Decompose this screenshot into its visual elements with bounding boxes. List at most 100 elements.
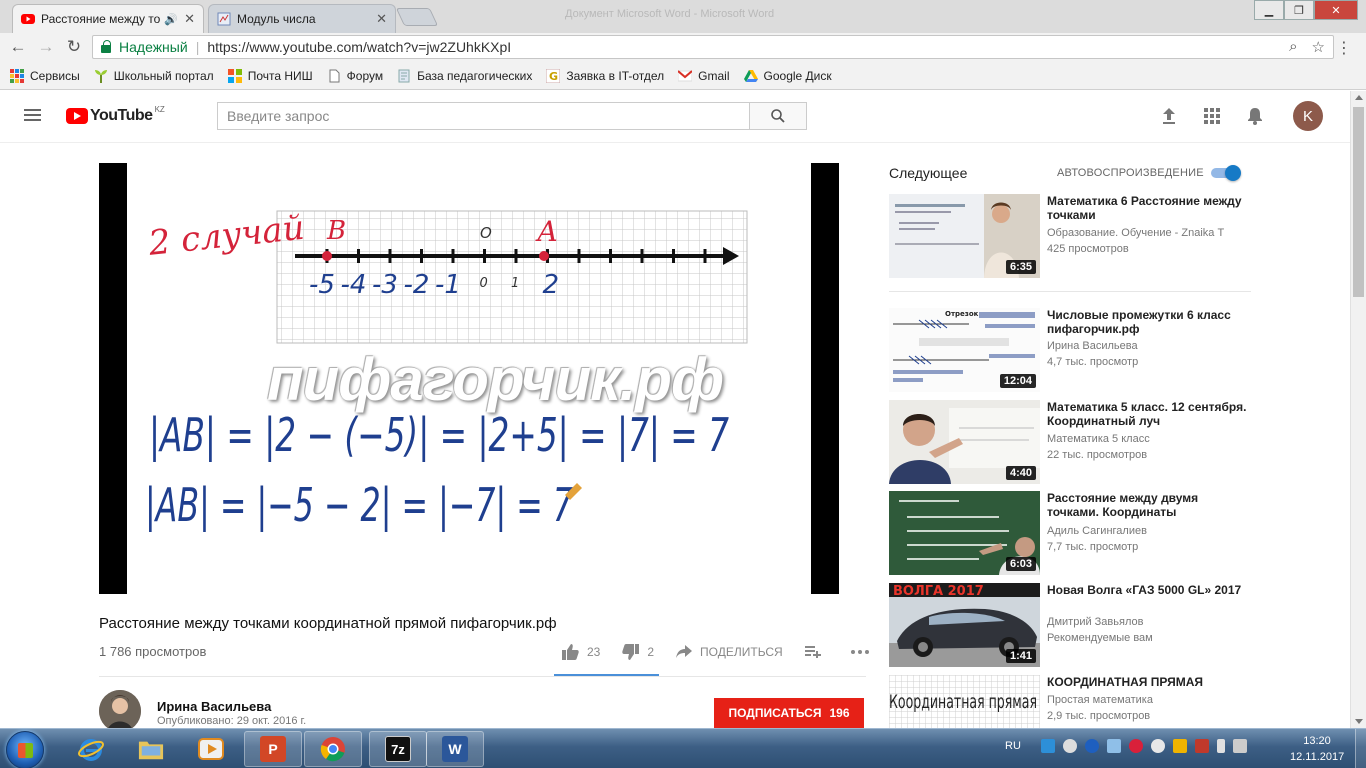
apps-grid-icon	[10, 68, 24, 83]
upload-icon[interactable]	[1158, 105, 1180, 127]
bookmark-forum[interactable]: Форум	[327, 69, 383, 83]
url-separator: |	[195, 39, 200, 55]
taskbar-chrome[interactable]	[304, 731, 362, 767]
recommendation-title[interactable]: Математика 6 Расстояние между точками	[1047, 194, 1247, 222]
account-avatar[interactable]: K	[1293, 101, 1323, 131]
page-scrollbar[interactable]	[1350, 91, 1366, 728]
start-button[interactable]	[6, 731, 44, 768]
channel-name[interactable]: Ирина Васильева	[157, 699, 271, 714]
search-input[interactable]	[217, 102, 750, 130]
show-desktop-button[interactable]	[1355, 729, 1366, 768]
antivirus-icon[interactable]	[1128, 739, 1143, 753]
settings-tray-icon[interactable]	[1150, 739, 1165, 753]
forward-arrow-icon[interactable]: →	[36, 37, 56, 57]
like-button[interactable]: 23	[562, 644, 600, 660]
bookmark-ped-base[interactable]: База педагогических	[397, 69, 532, 83]
restore-button[interactable]: ❐	[1284, 0, 1314, 20]
autoplay-toggle[interactable]	[1211, 165, 1243, 181]
video-frame[interactable]: 2 случай В А О -5 -4 -3 -2 -1 0 1 2 |AB| = |2 −…	[127, 163, 811, 594]
share-button[interactable]: ПОДЕЛИТЬСЯ	[676, 645, 783, 659]
scroll-thumb[interactable]	[1353, 107, 1364, 297]
recommendation-item[interactable]: ВОЛГА 2017 1:41 Новая Волга «ГАЗ 5000 GL…	[889, 583, 1251, 667]
sync-icon[interactable]	[1106, 739, 1121, 753]
taskbar-7zip[interactable]: 7z	[369, 731, 427, 767]
secure-indicator[interactable]: Надежный	[101, 39, 188, 55]
recommendation-item[interactable]: 6:35 Математика 6 Расстояние между точка…	[889, 194, 1251, 278]
bookmark-mail-nis[interactable]: Почта НИШ	[227, 68, 313, 83]
tab-inactive[interactable]: Модуль числа ✕	[208, 4, 396, 33]
recommendation-item[interactable]: Отрезок 12:04 Числовые промежутки 6 клас…	[889, 308, 1251, 392]
signal-icon[interactable]	[1232, 739, 1247, 753]
recommendation-item[interactable]: 4:40 Математика 5 класс. 12 сентября. Ко…	[889, 400, 1251, 484]
recommendation-title[interactable]: КООРДИНАТНАЯ ПРЯМАЯ	[1047, 675, 1247, 689]
video-player[interactable]: 2 случай В А О -5 -4 -3 -2 -1 0 1 2 |AB| = |2 −…	[99, 163, 839, 594]
apps-icon[interactable]	[1201, 105, 1223, 127]
warning-flag-icon[interactable]	[1172, 739, 1187, 753]
close-tab-icon[interactable]: ✕	[184, 11, 195, 27]
back-arrow-icon[interactable]: ←	[8, 37, 28, 57]
bookmark-it-request[interactable]: G Заявка в IT-отдел	[546, 68, 664, 83]
bluetooth-icon[interactable]	[1084, 739, 1099, 753]
point-b-label: В	[326, 216, 346, 246]
youtube-header: YouTube KZ K	[0, 91, 1350, 143]
clock-time: 13:20	[1303, 735, 1331, 747]
recommendation-title[interactable]: Числовые промежутки 6 класс пифагорчик.р…	[1047, 308, 1247, 336]
recommendation-title[interactable]: Математика 5 класс. 12 сентября. Координ…	[1047, 400, 1247, 428]
g-logo-icon: G	[546, 68, 561, 83]
recommendation-title[interactable]: Расстояние между двумя точками. Координа…	[1047, 491, 1247, 519]
taskbar-ie[interactable]	[62, 731, 120, 767]
taskbar-media-player[interactable]	[182, 731, 240, 767]
scroll-up-arrow-icon[interactable]	[1355, 95, 1363, 100]
channel-avatar[interactable]	[99, 690, 141, 732]
more-actions-button[interactable]	[850, 650, 877, 654]
battery-icon[interactable]	[1216, 739, 1225, 753]
bookmark-google-drive[interactable]: Google Диск	[743, 69, 832, 83]
language-indicator[interactable]: RU	[1005, 740, 1021, 752]
recommendation-title[interactable]: Новая Волга «ГАЗ 5000 GL» 2017	[1047, 583, 1247, 597]
thumbnail[interactable]: 6:35	[889, 194, 1040, 278]
clock[interactable]: 13:20 12.11.2017	[1290, 733, 1344, 765]
taskbar-powerpoint[interactable]: P	[244, 731, 302, 767]
thumbnail[interactable]: Отрезок 12:04	[889, 308, 1040, 392]
recommendation-item[interactable]: Координатная прямая КООРДИНАТНАЯ ПРЯМАЯ …	[889, 675, 1251, 728]
new-tab-button[interactable]	[395, 8, 439, 26]
thumbnail[interactable]: 4:40	[889, 400, 1040, 484]
subscribe-button[interactable]: ПОДПИСАТЬСЯ 196	[714, 698, 864, 728]
bookmark-services[interactable]: Сервисы	[10, 68, 80, 83]
network-error-icon[interactable]	[1194, 739, 1209, 753]
thumbnail[interactable]: Координатная прямая	[889, 675, 1040, 728]
search-button[interactable]	[749, 102, 807, 130]
zoom-search-icon[interactable]: ⌕	[1289, 38, 1297, 56]
bookmark-star-icon[interactable]: ☆	[1312, 38, 1325, 56]
duration-badge: 4:40	[1005, 466, 1036, 480]
bookmark-school-portal[interactable]: Школьный портал	[94, 69, 214, 83]
thumbnail[interactable]: ВОЛГА 2017 1:41	[889, 583, 1040, 667]
close-window-button[interactable]: ✕	[1314, 0, 1358, 20]
tab-active[interactable]: Расстояние между то 🔊 ✕	[12, 4, 204, 33]
search-icon	[771, 109, 785, 123]
thumbnail[interactable]: 6:03	[889, 491, 1040, 575]
number-label: -1	[435, 270, 461, 300]
background-window-title: Документ Microsoft Word - Microsoft Word	[565, 8, 775, 20]
bookmark-gmail[interactable]: Gmail	[678, 68, 730, 83]
dislike-button[interactable]: 2	[622, 644, 654, 660]
notifications-bell-icon[interactable]	[1244, 105, 1266, 127]
youtube-logo[interactable]: YouTube KZ	[66, 105, 165, 125]
menu-icon[interactable]	[24, 109, 41, 121]
skype-tray-icon[interactable]	[1040, 739, 1055, 753]
reload-icon[interactable]: ↻	[64, 37, 84, 57]
taskbar-explorer[interactable]	[122, 731, 180, 767]
volume-icon[interactable]	[1062, 739, 1077, 753]
address-bar[interactable]: Надежный | https://www.youtube.com/watch…	[92, 35, 1334, 59]
close-tab-icon[interactable]: ✕	[376, 11, 387, 27]
recommendation-item[interactable]: 6:03 Расстояние между двумя точками. Коо…	[889, 491, 1251, 575]
minimize-button[interactable]: ▁	[1254, 0, 1284, 20]
taskbar-word[interactable]: W	[426, 731, 484, 767]
recommendation-views: 7,7 тыс. просмотр	[1047, 541, 1139, 553]
autoplay-label: АВТОВОСПРОИЗВЕДЕНИЕ	[1057, 167, 1204, 179]
add-to-playlist-button[interactable]	[804, 646, 829, 658]
speaker-icon[interactable]: 🔊	[164, 13, 178, 26]
bookmark-label: Gmail	[698, 68, 730, 83]
browser-menu-icon[interactable]: ⋮	[1336, 38, 1352, 58]
scroll-down-arrow-icon[interactable]	[1355, 719, 1363, 724]
